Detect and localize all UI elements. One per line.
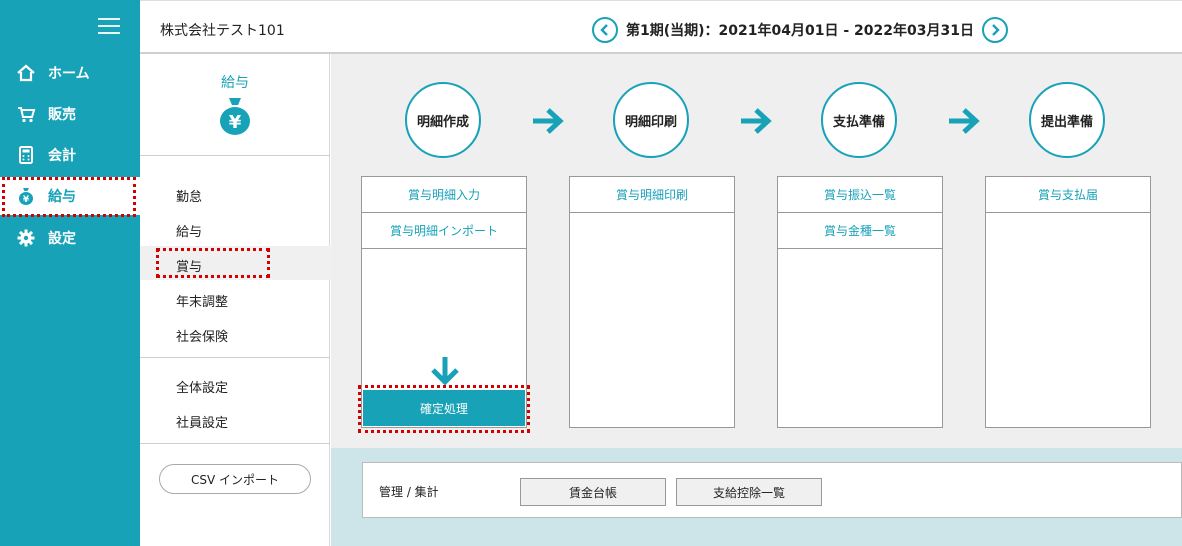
- step-payment: 支払準備: [821, 82, 897, 158]
- svg-text:¥: ¥: [229, 112, 242, 133]
- bonus-denomination-list-link[interactable]: 賞与金種一覧: [778, 213, 942, 249]
- nav-item-home[interactable]: ホーム: [0, 54, 140, 92]
- prev-period-button[interactable]: [592, 17, 618, 43]
- step-print: 明細印刷: [613, 82, 689, 158]
- highlight-box: [358, 385, 530, 433]
- nav-item-settings[interactable]: 設定: [0, 219, 140, 257]
- highlight-box: [156, 248, 270, 278]
- hamburger-menu-icon[interactable]: [98, 18, 120, 34]
- bonus-payment-report-link[interactable]: 賞与支払届: [986, 177, 1150, 213]
- submenu-item-social-insurance[interactable]: 社会保険: [176, 326, 228, 345]
- csv-import-button[interactable]: CSV インポート: [159, 464, 311, 494]
- step-column-submit: 賞与支払届: [985, 176, 1151, 428]
- main-nav: ホーム 販売 会計 ¥ 給与 設定: [0, 0, 140, 546]
- bonus-transfer-list-link[interactable]: 賞与振込一覧: [778, 177, 942, 213]
- nav-item-accounting[interactable]: 会計: [0, 136, 140, 174]
- divider: [140, 443, 330, 444]
- nav-label: 設定: [48, 231, 76, 247]
- submenu-item-general-settings[interactable]: 全体設定: [176, 377, 228, 396]
- submenu-item-salary[interactable]: 給与: [176, 221, 202, 240]
- divider: [140, 155, 330, 156]
- gear-icon: [16, 228, 36, 248]
- next-period-button[interactable]: [981, 17, 1008, 43]
- money-bag-icon: ¥: [218, 96, 252, 136]
- bonus-detail-print-link[interactable]: 賞与明細印刷: [570, 177, 734, 213]
- bonus-detail-import-link[interactable]: 賞与明細インポート: [362, 213, 526, 249]
- company-name: 株式会社テスト101: [160, 23, 285, 39]
- divider: [140, 357, 330, 358]
- calculator-icon: [16, 145, 36, 165]
- submenu-item-employee-settings[interactable]: 社員設定: [176, 412, 228, 431]
- nav-label: 販売: [48, 107, 76, 123]
- wage-ledger-button[interactable]: 賃金台帳: [520, 478, 666, 506]
- cart-icon: [16, 104, 36, 124]
- arrow-right-icon: [949, 108, 980, 134]
- submenu-item-attendance[interactable]: 勤怠: [176, 186, 202, 205]
- submenu-title: 給与: [221, 75, 249, 91]
- nav-item-sales[interactable]: 販売: [0, 95, 140, 133]
- payment-deduction-list-button[interactable]: 支給控除一覧: [676, 478, 822, 506]
- summary-label: 管理 / 集計: [379, 485, 439, 499]
- home-icon: [16, 63, 36, 83]
- chevron-right-icon: [992, 24, 1000, 36]
- bonus-detail-input-link[interactable]: 賞与明細入力: [362, 177, 526, 213]
- chevron-left-icon: [600, 24, 608, 36]
- payroll-submenu: 給与 ¥ 勤怠 給与 賞与 年末調整 社会保険 全体設定 社員設定 CSV イン…: [140, 54, 331, 546]
- header: 株式会社テスト101 第1期(当期)：2021年04月01日 - 2022年03…: [140, 0, 1182, 54]
- step-submit: 提出準備: [1029, 82, 1105, 158]
- step-column-print: 賞与明細印刷: [569, 176, 735, 428]
- highlight-box: [2, 177, 136, 217]
- submenu-item-year-end[interactable]: 年末調整: [176, 291, 228, 310]
- period-text: 第1期(当期)：2021年04月01日 - 2022年03月31日: [626, 23, 974, 39]
- nav-label: ホーム: [48, 66, 90, 82]
- arrow-right-icon: [533, 108, 564, 134]
- step-column-payment: 賞与振込一覧 賞与金種一覧: [777, 176, 943, 428]
- period-selector: 第1期(当期)：2021年04月01日 - 2022年03月31日: [592, 17, 1008, 43]
- arrow-right-icon: [741, 108, 772, 134]
- step-create: 明細作成: [405, 82, 481, 158]
- summary-panel: 管理 / 集計 賃金台帳 支給控除一覧: [362, 462, 1182, 518]
- arrow-down-icon: [431, 357, 459, 386]
- nav-label: 会計: [48, 148, 76, 164]
